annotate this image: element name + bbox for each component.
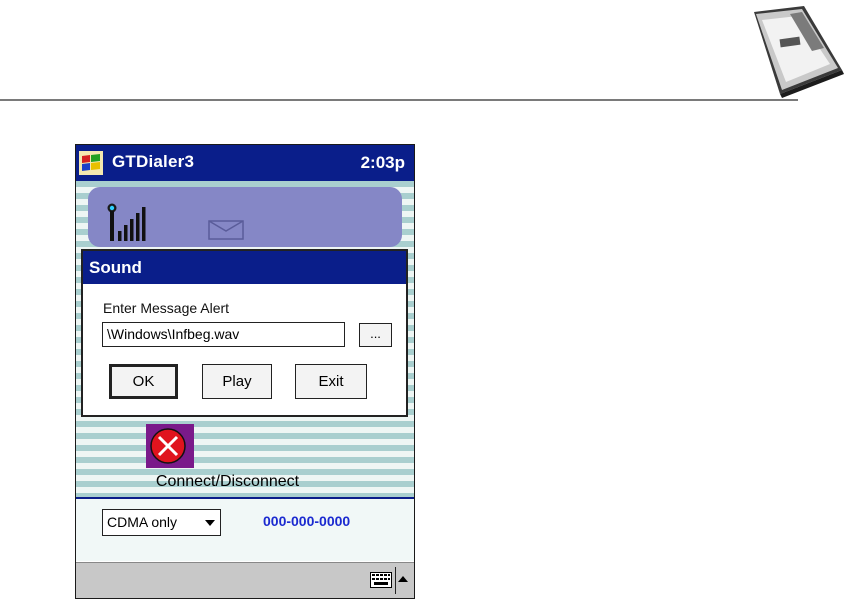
network-mode-value: CDMA only [107,514,178,530]
windows-start-icon[interactable] [79,151,103,175]
phone-number: 000-000-0000 [263,513,351,529]
sound-path-field[interactable]: \Windows\Infbeg.wav [102,322,345,347]
taskbar-separator [395,567,396,594]
disconnect-x-icon[interactable] [146,424,194,468]
header-rule [0,99,798,101]
app-title: GTDialer3 [112,152,195,171]
keyboard-icon[interactable] [370,572,392,588]
dialog-title: Sound [83,251,406,284]
clock[interactable]: 2:03p [361,153,405,173]
envelope-icon [208,220,244,240]
pc-card-image [754,6,844,98]
browse-button[interactable]: ... [359,323,392,347]
pocketpc-screen: GTDialer3 2:03p Sound Enter Message Aler… [75,144,415,599]
play-button[interactable]: Play [202,364,272,399]
up-arrow-icon[interactable] [398,576,408,582]
taskbar [76,562,414,598]
signal-strength-icon [107,203,146,241]
title-bar: GTDialer3 2:03p [76,145,414,181]
network-mode-select[interactable]: CDMA only [102,509,221,536]
chevron-down-icon [205,520,215,526]
message-alert-label: Enter Message Alert [103,300,230,316]
ok-button[interactable]: OK [109,364,178,399]
connect-disconnect-label: Connect/Disconnect [155,473,300,490]
exit-button[interactable]: Exit [295,364,367,399]
sound-dialog: Sound Enter Message Alert \Windows\Infbe… [81,249,408,417]
